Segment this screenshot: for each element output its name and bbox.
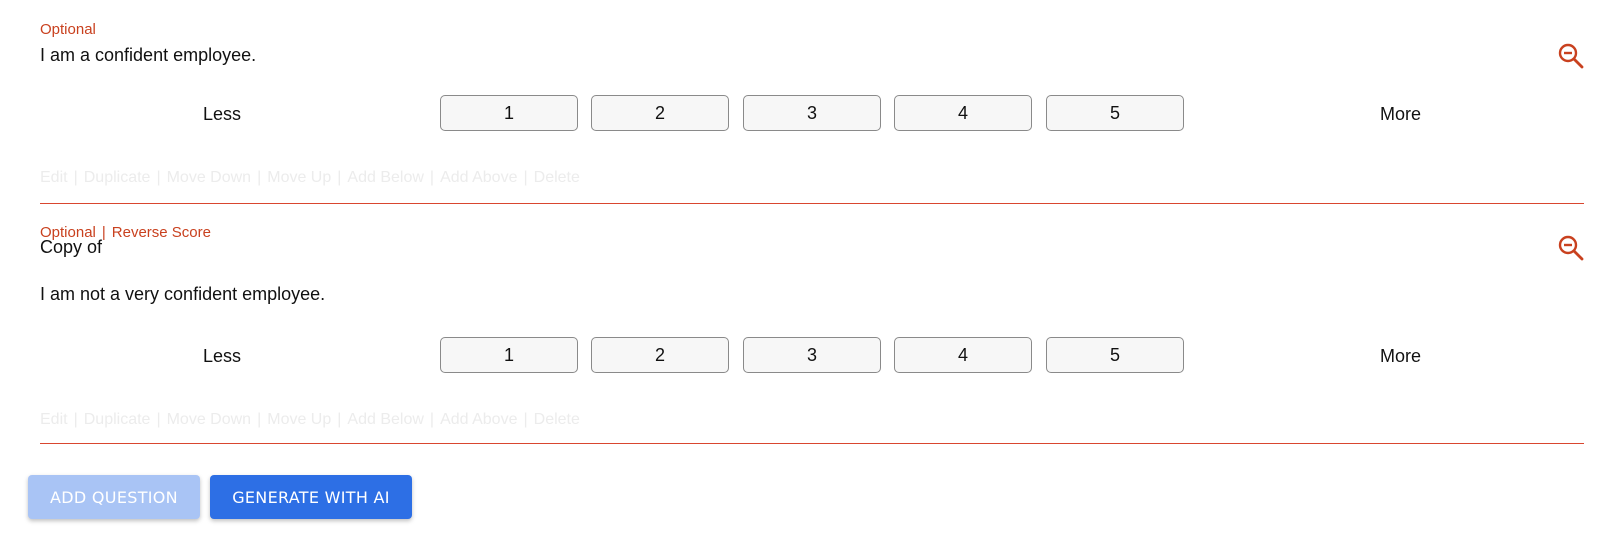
likert-scale: Less 1 2 3 4 5 More: [40, 337, 1584, 375]
add-below-link[interactable]: Add Below: [347, 169, 424, 186]
move-up-link[interactable]: Move Up: [267, 169, 331, 186]
move-down-link[interactable]: Move Down: [167, 169, 251, 186]
delete-link[interactable]: Delete: [534, 169, 580, 186]
scale-option-1[interactable]: 1: [440, 337, 578, 373]
scale-option-3[interactable]: 3: [743, 337, 881, 373]
question-actions: Edit | Duplicate | Move Down | Move Up | Add Bel…: [40, 411, 580, 428]
question-actions: Edit | Duplicate | Move Down | Move Up | Add Bel…: [40, 169, 580, 186]
tag-reverse-score: Reverse Score: [111, 224, 211, 241]
question-text: I am not a very confident employee.: [40, 284, 326, 304]
scale-high-label: More: [1380, 104, 1422, 124]
question-text: I am a confident employee.: [40, 45, 257, 65]
zoom-out-icon[interactable]: [1558, 43, 1584, 69]
delete-link[interactable]: Delete: [534, 411, 580, 428]
scale-high-label: More: [1380, 346, 1422, 366]
add-above-link[interactable]: Add Above: [440, 411, 517, 428]
zoom-out-icon[interactable]: [1558, 235, 1584, 261]
edit-link[interactable]: Edit: [40, 411, 68, 428]
add-above-link[interactable]: Add Above: [440, 169, 517, 186]
scale-low-label: Less: [203, 346, 242, 366]
add-below-link[interactable]: Add Below: [347, 411, 424, 428]
likert-scale: Less 1 2 3 4 5 More: [40, 95, 1584, 133]
move-down-link[interactable]: Move Down: [167, 411, 251, 428]
question-text-prefix: Copy of: [40, 237, 103, 257]
duplicate-link[interactable]: Duplicate: [84, 411, 151, 428]
scale-low-label: Less: [203, 104, 242, 124]
scale-option-5[interactable]: 5: [1046, 337, 1184, 373]
scale-option-2[interactable]: 2: [591, 337, 729, 373]
generate-with-ai-button[interactable]: GENERATE WITH AI: [210, 475, 412, 519]
tag-optional: Optional: [40, 21, 96, 38]
scale-option-1[interactable]: 1: [440, 95, 578, 131]
scale-option-2[interactable]: 2: [591, 95, 729, 131]
scale-option-3[interactable]: 3: [743, 95, 881, 131]
scale-option-5[interactable]: 5: [1046, 95, 1184, 131]
question-card: Optional | Reverse Score Copy of I am not …: [40, 203, 1584, 444]
scale-option-4[interactable]: 4: [894, 337, 1032, 373]
add-question-button[interactable]: ADD QUESTION: [28, 475, 200, 519]
question-card: Optional I am a confident employee. Less…: [40, 0, 1584, 204]
move-up-link[interactable]: Move Up: [267, 411, 331, 428]
edit-link[interactable]: Edit: [40, 169, 68, 186]
scale-option-4[interactable]: 4: [894, 95, 1032, 131]
question-tags: Optional: [40, 21, 96, 38]
duplicate-link[interactable]: Duplicate: [84, 169, 151, 186]
